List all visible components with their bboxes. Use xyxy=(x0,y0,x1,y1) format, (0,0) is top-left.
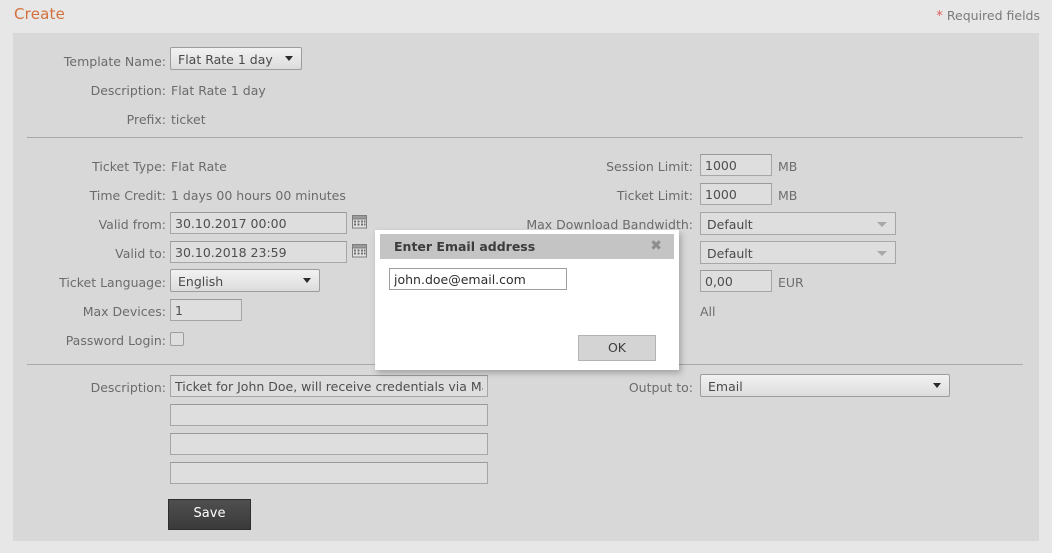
template-name-value: Flat Rate 1 day xyxy=(178,52,273,67)
description-line-3-input[interactable] xyxy=(170,433,488,455)
ok-button[interactable]: OK xyxy=(578,335,656,361)
max-devices-label: Max Devices: xyxy=(82,304,166,319)
create-ticket-screen: Create * Required fields Template Name: … xyxy=(0,0,1052,553)
page-title: Create xyxy=(14,5,66,23)
password-login-checkbox[interactable] xyxy=(170,332,184,346)
template-name-label: Template Name: xyxy=(63,54,166,69)
max-devices-input[interactable] xyxy=(170,299,242,321)
calendar-icon-valid-to[interactable] xyxy=(352,243,367,258)
description-label: Description: xyxy=(90,83,166,98)
section-divider-top xyxy=(27,137,1023,138)
valid-from-label: Valid from: xyxy=(98,217,166,232)
page-header: Create * Required fields xyxy=(0,0,1052,33)
ticket-limit-label: Ticket Limit: xyxy=(616,188,693,203)
time-credit-label: Time Credit: xyxy=(89,188,166,203)
password-login-label: Password Login: xyxy=(65,333,166,348)
description-line-4-input[interactable] xyxy=(170,462,488,484)
required-asterisk: * xyxy=(936,9,943,24)
ticket-language-label: Ticket Language: xyxy=(59,275,166,290)
dialog-title: Enter Email address xyxy=(394,239,536,254)
valid-from-input[interactable] xyxy=(170,212,347,234)
session-limit-unit: MB xyxy=(778,159,798,174)
max-upload-bandwidth-value: Default xyxy=(707,246,753,261)
enter-email-dialog: Enter Email address ✖ OK xyxy=(375,230,679,370)
ticket-language-value: English xyxy=(178,274,224,289)
prefix-label: Prefix: xyxy=(126,112,166,127)
chevron-down-icon xyxy=(285,56,293,61)
max-upload-bandwidth-select[interactable]: Default xyxy=(700,241,896,264)
email-field[interactable] xyxy=(389,268,567,290)
ticket-type-label: Ticket Type: xyxy=(92,159,166,174)
required-fields-label: Required fields xyxy=(946,8,1040,23)
ticket-type-value: Flat Rate xyxy=(171,159,227,174)
chevron-down-icon xyxy=(303,278,311,283)
required-fields-note: * Required fields xyxy=(936,8,1040,24)
chevron-down-icon xyxy=(877,222,887,227)
access-value: All xyxy=(700,304,716,319)
session-limit-input[interactable] xyxy=(700,154,772,176)
price-input[interactable] xyxy=(700,270,772,292)
description-line-1-input[interactable] xyxy=(170,375,488,397)
description-value: Flat Rate 1 day xyxy=(171,83,266,98)
output-to-select[interactable]: Email xyxy=(700,374,950,397)
close-icon[interactable]: ✖ xyxy=(650,239,662,253)
ticket-limit-unit: MB xyxy=(778,188,798,203)
max-download-bandwidth-select[interactable]: Default xyxy=(700,212,896,235)
valid-to-input[interactable] xyxy=(170,241,347,263)
save-button[interactable]: Save xyxy=(168,499,251,530)
chevron-down-icon xyxy=(877,251,887,256)
calendar-icon-valid-from[interactable] xyxy=(352,214,367,229)
ticket-language-select[interactable]: English xyxy=(170,269,320,292)
output-to-label: Output to: xyxy=(628,380,693,395)
max-download-bandwidth-value: Default xyxy=(707,217,753,232)
time-credit-value: 1 days 00 hours 00 minutes xyxy=(171,188,346,203)
chevron-down-icon xyxy=(933,383,941,388)
session-limit-label: Session Limit: xyxy=(606,159,693,174)
dialog-title-bar: Enter Email address ✖ xyxy=(380,234,674,259)
prefix-value: ticket xyxy=(171,112,206,127)
template-name-select[interactable]: Flat Rate 1 day xyxy=(170,47,302,70)
ticket-limit-input[interactable] xyxy=(700,183,772,205)
output-to-value: Email xyxy=(708,379,743,394)
bottom-description-label: Description: xyxy=(90,380,166,395)
price-unit: EUR xyxy=(778,275,804,290)
valid-to-label: Valid to: xyxy=(115,246,166,261)
description-line-2-input[interactable] xyxy=(170,404,488,426)
